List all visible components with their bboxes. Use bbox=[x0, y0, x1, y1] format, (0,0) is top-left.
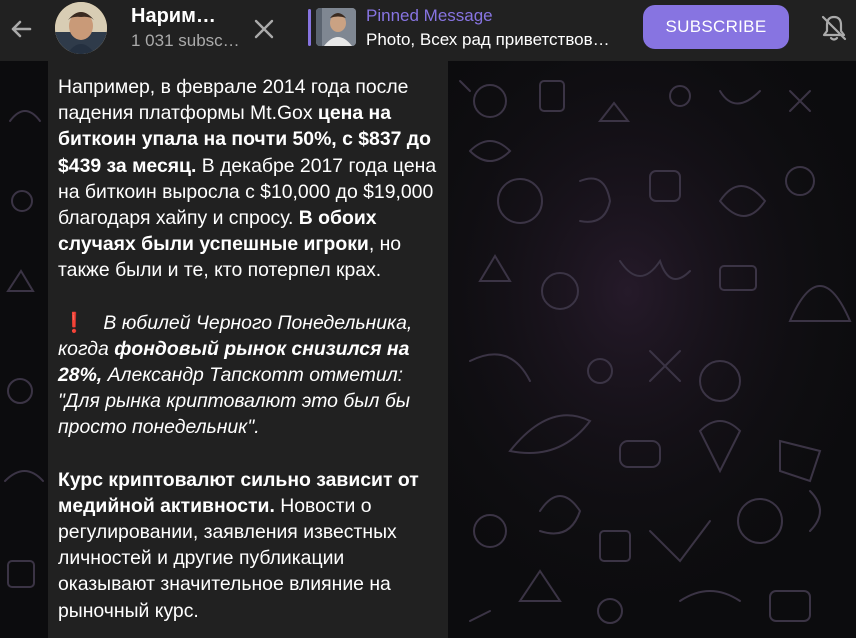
channel-header: Нарим… 1 031 subsc… Pinned Message Photo… bbox=[0, 0, 856, 61]
channel-name[interactable]: Нарим… bbox=[131, 5, 216, 28]
pinned-indicator bbox=[308, 9, 311, 46]
close-icon[interactable] bbox=[250, 15, 278, 43]
text-run: Александр Тапскотт отметил: "Для рынка к… bbox=[58, 364, 411, 439]
pinned-thumbnail[interactable] bbox=[316, 8, 356, 46]
exclamation-icon: ❗ bbox=[62, 311, 87, 334]
subscribe-button[interactable]: SUBSCRIBE bbox=[643, 5, 789, 49]
post-paragraph-2: ❗ В юбилей Черного Понедельника, когда ф… bbox=[58, 310, 438, 441]
arrow-left-icon[interactable] bbox=[6, 14, 36, 44]
pinned-message-text[interactable]: Photo, Всех рад приветствов… bbox=[366, 30, 616, 50]
pinned-photo bbox=[316, 8, 356, 46]
avatar[interactable] bbox=[55, 2, 107, 54]
post-paragraph-1: Например, в феврале 2014 года после паде… bbox=[58, 74, 438, 284]
channel-post: Например, в феврале 2014 года после паде… bbox=[48, 61, 448, 638]
subscriber-count: 1 031 subsc… bbox=[131, 31, 240, 50]
bell-off-icon[interactable] bbox=[818, 12, 850, 44]
avatar-image bbox=[55, 2, 107, 54]
pinned-message-title[interactable]: Pinned Message bbox=[366, 6, 493, 26]
post-paragraph-3: Курс криптовалют сильно зависит от медий… bbox=[58, 467, 438, 624]
